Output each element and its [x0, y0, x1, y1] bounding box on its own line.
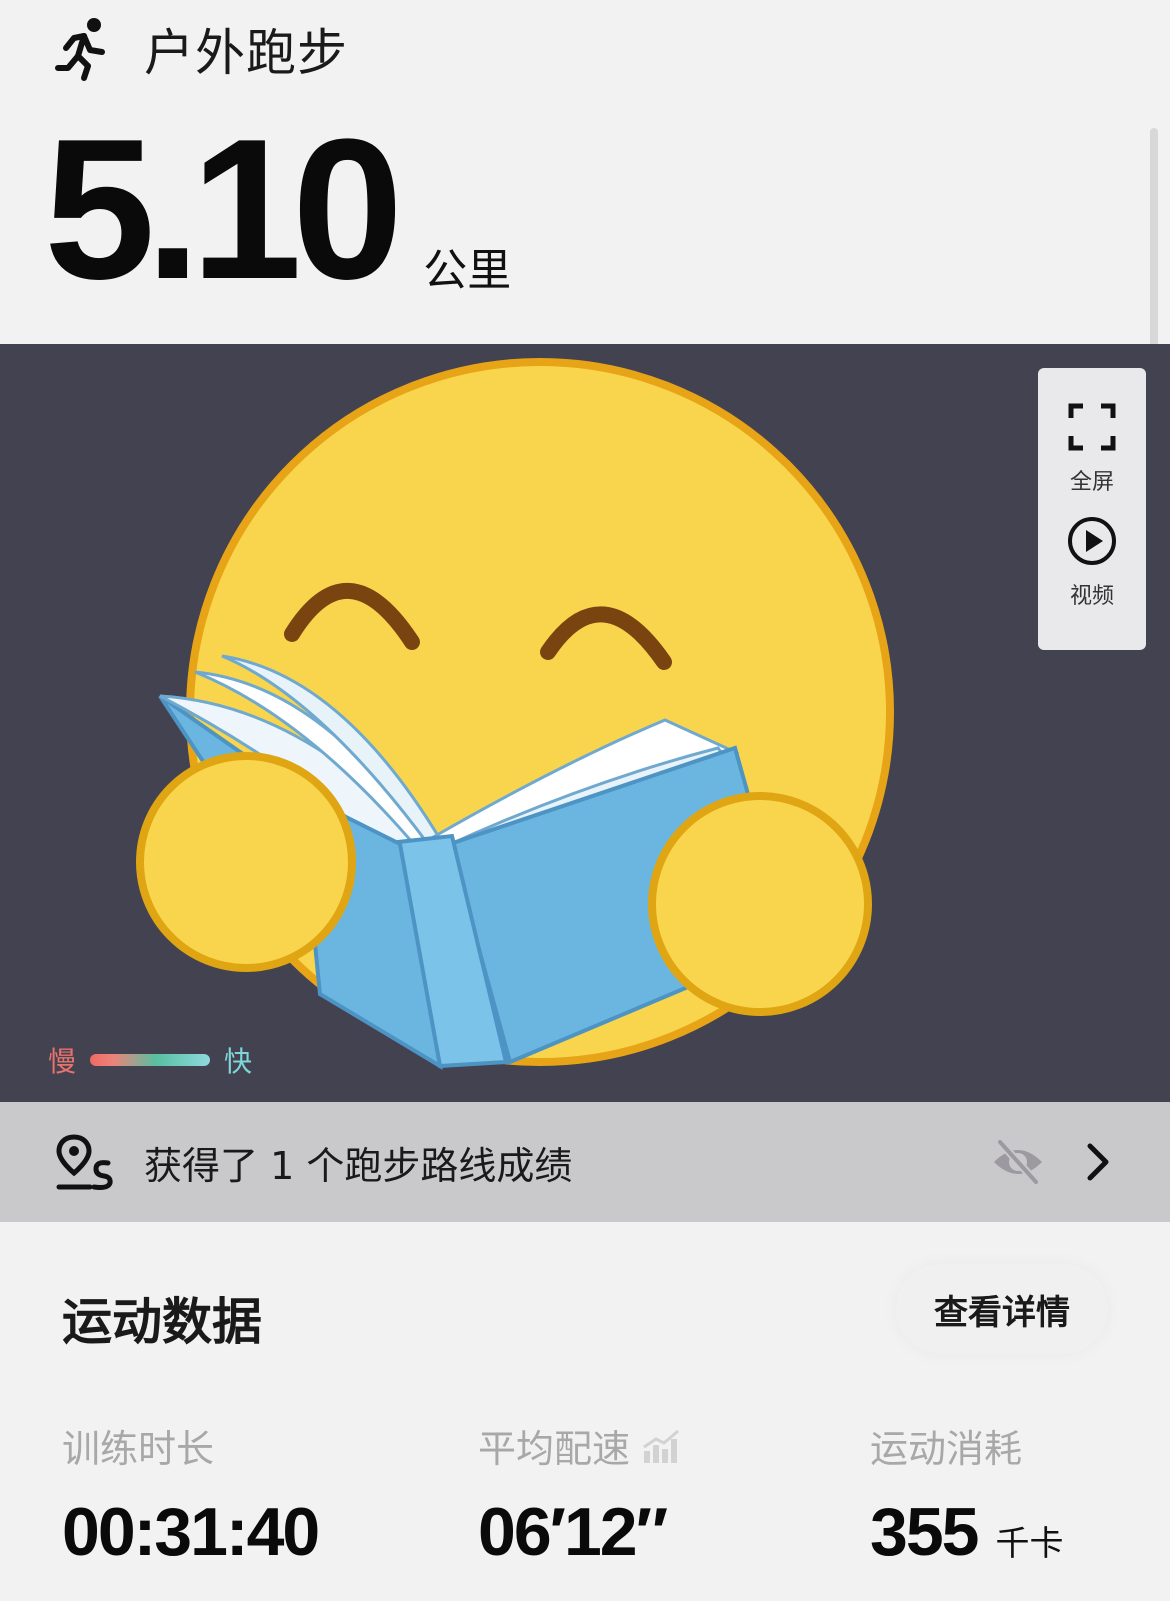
distance-display: 5.10 公里: [44, 98, 512, 321]
view-details-button[interactable]: 查看详情: [896, 1264, 1108, 1354]
fullscreen-label: 全屏: [1069, 470, 1114, 495]
legend-slow-label: 慢: [48, 1045, 77, 1078]
play-icon: [1068, 517, 1116, 565]
stats-title: 运动数据: [62, 1293, 262, 1351]
metric-label-text: 平均配速: [478, 1427, 631, 1471]
reading-emoji-image: [136, 358, 894, 1070]
route-pin-icon: [56, 1134, 113, 1190]
metric-value-text: 355: [870, 1494, 979, 1570]
workout-header: 户外跑步 5.10 公里: [0, 0, 1170, 344]
distance-value: 5.10: [44, 98, 403, 321]
pace-gradient-bar: [90, 1054, 211, 1066]
video-label: 视频: [1069, 584, 1114, 609]
pace-legend: 慢 快: [48, 1040, 252, 1080]
workout-detail-page: 户外跑步 5.10 公里 全屏 视频 慢 快 获得了 1 个跑步路线成绩 运动数…: [0, 0, 1170, 1601]
eye-off-icon[interactable]: [990, 1136, 1046, 1188]
metric-label-text: 运动消耗: [870, 1427, 1023, 1471]
legend-fast-label: 快: [224, 1045, 253, 1078]
metric-value-text: 06′12″: [478, 1494, 668, 1570]
metric-value: 00:31:40: [62, 1493, 320, 1571]
metric-value: 355 千卡: [870, 1493, 1063, 1571]
distance-unit: 公里: [423, 245, 512, 296]
runner-icon: [55, 18, 105, 81]
fullscreen-button[interactable]: 全屏: [1038, 368, 1146, 498]
bar-chart-icon[interactable]: [642, 1429, 682, 1463]
route-achievement-bar[interactable]: 获得了 1 个跑步路线成绩: [0, 1102, 1170, 1222]
metric-duration: 训练时长 00:31:40: [62, 1418, 320, 1571]
route-map-area[interactable]: 全屏 视频 慢 快: [0, 344, 1170, 1102]
achievement-text: 获得了 1 个跑步路线成绩: [144, 1143, 573, 1188]
map-controls-panel: 全屏 视频: [1038, 368, 1146, 650]
metric-value: 06′12″: [478, 1493, 682, 1571]
metric-label: 训练时长: [62, 1418, 318, 1473]
metric-label: 运动消耗: [870, 1418, 1063, 1473]
video-button[interactable]: 视频: [1038, 498, 1146, 628]
sport-type-row: 户外跑步: [54, 14, 348, 84]
metric-unit: 千卡: [995, 1525, 1064, 1563]
sport-name: 户外跑步: [144, 24, 348, 82]
metric-calories: 运动消耗 355 千卡: [870, 1418, 1063, 1571]
metric-avg-pace: 平均配速 06′12″: [478, 1418, 682, 1571]
metric-value-text: 00:31:40: [62, 1494, 320, 1570]
fullscreen-icon: [1068, 403, 1116, 451]
metric-label: 平均配速: [478, 1418, 682, 1473]
metric-label-text: 训练时长: [62, 1427, 215, 1471]
workout-stats-section: 运动数据 查看详情 训练时长 00:31:40 平均配速 06′12″ 运动消耗…: [0, 1222, 1170, 1601]
chevron-right-icon[interactable]: [1084, 1142, 1112, 1182]
